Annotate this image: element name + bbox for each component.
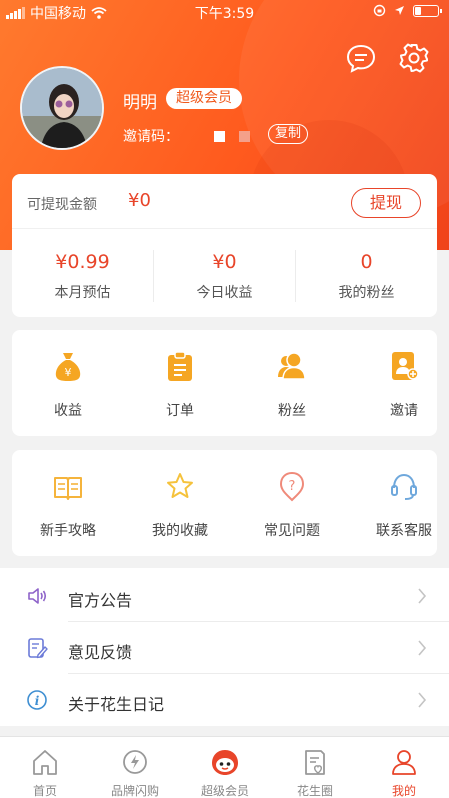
svg-text:?: ?	[289, 479, 296, 494]
withdrawable-amount: ¥0	[128, 190, 151, 211]
stat-value: 0	[360, 251, 373, 273]
chevron-right-icon	[418, 692, 427, 708]
withdraw-row: 可提现金额 ¥0 提现	[12, 174, 437, 229]
menu-item-label: 官方公告	[68, 591, 133, 610]
quick-action-label: 粉丝	[278, 403, 306, 419]
book-icon	[54, 477, 82, 500]
chevron-right-icon	[418, 640, 427, 656]
service-contact-support[interactable]: 联系客服	[348, 450, 449, 556]
quick-action-label: 收益	[54, 403, 82, 419]
stat-label: 今日收益	[196, 285, 253, 301]
tab-label: 我的	[391, 784, 416, 798]
tab-brand-flash-sale[interactable]: 品牌闪购	[90, 737, 180, 798]
status-bar: 中国移动 下午3:59	[0, 0, 449, 24]
quick-action-orders[interactable]: 订单	[124, 330, 236, 436]
vip-badge: 超级会员	[166, 88, 242, 109]
withdrawable-label: 可提现金额	[27, 197, 97, 213]
battery-icon	[413, 4, 442, 17]
service-beginner-guide[interactable]: 新手攻略	[12, 450, 124, 556]
rotation-lock-icon	[373, 4, 386, 17]
circle-icon	[305, 750, 325, 775]
svg-text:¥: ¥	[65, 366, 72, 379]
stat-today-earnings[interactable]: ¥0 今日收益	[154, 229, 295, 317]
flash-icon	[123, 750, 147, 774]
stat-my-fans[interactable]: 0 我的粉丝	[296, 229, 437, 317]
user-avatar[interactable]	[20, 66, 104, 150]
quick-actions-card: ¥ 收益 订单 粉丝 邀请	[12, 330, 437, 436]
tab-mine[interactable]: 我的	[359, 737, 449, 798]
quick-action-invite[interactable]: 邀请	[348, 330, 449, 436]
question-icon: ?	[279, 471, 305, 502]
user-icon	[392, 750, 416, 775]
star-icon	[167, 473, 193, 498]
service-faq[interactable]: ? 常见问题	[236, 450, 348, 556]
user-name: 明明	[123, 93, 157, 113]
money-bag-icon: ¥	[55, 353, 81, 381]
service-my-favorites[interactable]: 我的收藏	[124, 450, 236, 556]
stat-monthly-estimate[interactable]: ¥0.99 本月预估	[12, 229, 153, 317]
tab-label: 品牌闪购	[110, 784, 159, 798]
settings-gear-icon[interactable]	[398, 42, 430, 74]
tab-peanut-circle[interactable]: 花生圈	[270, 737, 360, 798]
stat-label: 本月预估	[54, 285, 111, 301]
services-card: 新手攻略 我的收藏 ? 常见问题 联系客服	[12, 450, 437, 556]
earnings-card: 可提现金额 ¥0 提现 ¥0.99 本月预估 ¥0 今日收益 0 我的粉丝	[12, 174, 437, 317]
speaker-icon	[28, 588, 47, 604]
invite-code-label: 邀请码：	[123, 129, 179, 145]
invite-code-value	[214, 131, 250, 142]
settings-menu: 官方公告 意见反馈 i 关于花生日记	[0, 568, 449, 726]
tab-home[interactable]: 首页	[0, 737, 90, 798]
menu-item-feedback[interactable]: 意见反馈	[0, 622, 449, 674]
avatar-photo-icon	[22, 68, 102, 148]
tab-label: 首页	[32, 784, 57, 798]
withdraw-button[interactable]: 提现	[351, 188, 421, 218]
info-icon: i	[27, 690, 47, 710]
fans-icon	[278, 352, 306, 380]
feedback-icon	[28, 638, 48, 659]
quick-action-label: 订单	[166, 403, 194, 419]
menu-item-announcements[interactable]: 官方公告	[0, 570, 449, 622]
stat-label: 我的粉丝	[338, 285, 395, 301]
headset-icon	[391, 473, 417, 500]
quick-action-fans[interactable]: 粉丝	[236, 330, 348, 436]
tab-label: 花生圈	[296, 784, 333, 798]
location-icon	[395, 6, 404, 15]
stat-value: ¥0.99	[55, 251, 110, 273]
menu-item-label: 关于花生日记	[68, 695, 165, 714]
menu-item-label: 意见反馈	[68, 643, 133, 662]
tab-label: 超级会员	[200, 784, 249, 798]
clipboard-icon	[168, 351, 192, 381]
bottom-tab-bar: 首页 品牌闪购 超级会员 花生圈 我的	[0, 736, 449, 798]
tab-super-vip[interactable]: 超级会员	[180, 737, 270, 798]
quick-action-label: 邀请	[390, 403, 418, 419]
chevron-right-icon	[418, 588, 427, 604]
copy-invite-code-button[interactable]: 复制	[268, 124, 309, 144]
mascot-icon	[212, 750, 238, 775]
service-label: 常见问题	[264, 523, 320, 539]
home-icon	[33, 750, 57, 775]
service-label: 新手攻略	[40, 523, 96, 539]
service-label: 我的收藏	[152, 523, 208, 539]
svg-text:i: i	[35, 694, 40, 708]
message-icon[interactable]	[345, 42, 377, 74]
stat-value: ¥0	[212, 251, 237, 273]
quick-action-earnings[interactable]: ¥ 收益	[12, 330, 124, 436]
service-label: 联系客服	[376, 523, 432, 539]
menu-item-about[interactable]: i 关于花生日记	[0, 674, 449, 726]
invite-icon	[392, 352, 419, 380]
